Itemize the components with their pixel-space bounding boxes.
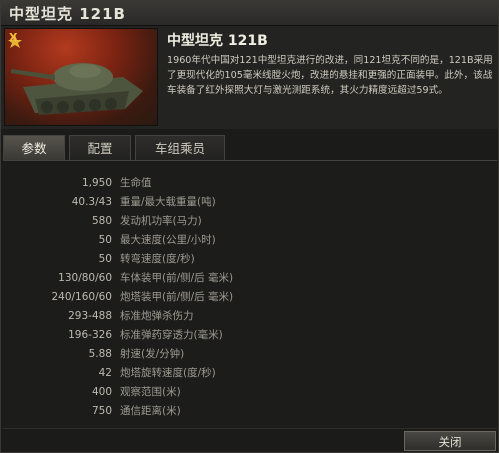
stat-label: 最大速度(公里/小时) <box>120 234 216 246</box>
stat-label: 发动机功率(马力) <box>120 215 202 227</box>
stat-label: 重量/最大载重量(吨) <box>120 196 216 208</box>
stat-label: 炮塔装甲(前/侧/后 毫米) <box>120 291 234 303</box>
tank-info-window: 中型坦克 121B X 中型坦克 121B 1960年代中国对121中型坦克进行… <box>0 0 499 453</box>
stat-label: 通信距离(米) <box>120 405 181 417</box>
title-bar[interactable]: 中型坦克 121B <box>1 1 498 26</box>
tank-illustration <box>8 35 143 115</box>
stat-value: 40.3/43 <box>71 196 112 208</box>
stat-row: 580 发动机功率(马力) <box>3 212 497 230</box>
stat-label: 标准炮弹杀伤力 <box>120 310 194 322</box>
stat-row: 42 炮塔旋转速度(度/秒) <box>3 364 497 382</box>
footer-divider <box>3 428 497 429</box>
stat-row: 196-326 标准弹药穿透力(毫米) <box>3 326 497 344</box>
tab-configuration[interactable]: 配置 <box>69 135 131 160</box>
stat-row: 5.88 射速(发/分钟) <box>3 345 497 363</box>
stat-row: 40.3/43 重量/最大载重量(吨) <box>3 193 497 211</box>
stat-label: 转弯速度(度/秒) <box>120 253 195 265</box>
close-button[interactable]: 关闭 <box>404 431 496 451</box>
stat-row: 400 观察范围(米) <box>3 383 497 401</box>
stat-value: 1,950 <box>81 177 112 189</box>
stat-value: 50 <box>98 253 112 265</box>
stat-value: 42 <box>98 367 112 379</box>
stats-panel: 1,950 生命值 40.3/43 重量/最大载重量(吨) 580 发动机功率(… <box>3 162 497 428</box>
stat-label: 射速(发/分钟) <box>120 348 185 360</box>
tank-name: 中型坦克 121B <box>167 33 268 49</box>
stat-value: 293-488 <box>68 310 112 322</box>
stat-value: 750 <box>91 405 112 417</box>
stat-value: 240/160/60 <box>51 291 112 303</box>
stat-value: 196-326 <box>68 329 112 341</box>
stat-row: 130/80/60 车体装甲(前/侧/后 毫米) <box>3 269 497 287</box>
window-title: 中型坦克 121B <box>9 5 126 23</box>
stat-label: 生命值 <box>120 177 152 189</box>
tank-header: X 中型坦克 121B 1960年代中国对121中型坦克进行的改进，同121坦克… <box>1 26 498 129</box>
tank-image: X <box>4 28 158 126</box>
stat-row: 750 通信距离(米) <box>3 402 497 420</box>
stat-value: 580 <box>91 215 112 227</box>
tab-parameters[interactable]: 参数 <box>3 135 65 160</box>
stat-label: 车体装甲(前/侧/后 毫米) <box>120 272 234 284</box>
stat-row: 293-488 标准炮弹杀伤力 <box>3 307 497 325</box>
tab-bar: 参数 配置 车组乘员 <box>3 135 498 161</box>
stat-label: 观察范围(米) <box>120 386 181 398</box>
tank-description: 1960年代中国对121中型坦克进行的改进，同121坦克不同的是，121B采用了… <box>167 55 493 96</box>
stat-row: 50 最大速度(公里/小时) <box>3 231 497 249</box>
tab-crew[interactable]: 车组乘员 <box>135 135 225 160</box>
stat-value: 50 <box>98 234 112 246</box>
stat-label: 炮塔旋转速度(度/秒) <box>120 367 216 379</box>
nation-badge: X <box>9 31 18 44</box>
stat-row: 1,950 生命值 <box>3 174 497 192</box>
stat-row: 50 转弯速度(度/秒) <box>3 250 497 268</box>
stat-row: 240/160/60 炮塔装甲(前/侧/后 毫米) <box>3 288 497 306</box>
stat-value: 400 <box>91 386 112 398</box>
stat-value: 130/80/60 <box>58 272 112 284</box>
stat-value: 5.88 <box>88 348 112 360</box>
tab-divider <box>3 160 497 161</box>
stat-label: 标准弹药穿透力(毫米) <box>120 329 223 341</box>
